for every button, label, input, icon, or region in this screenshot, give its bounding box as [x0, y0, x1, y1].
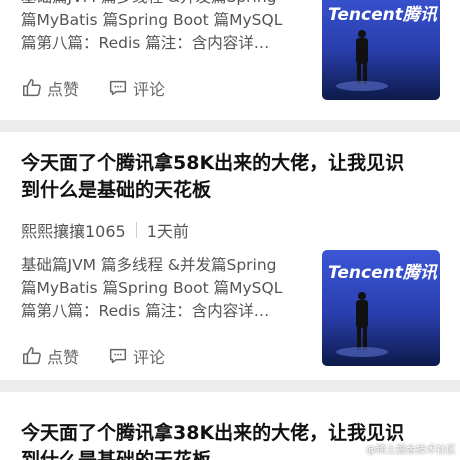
article-meta: 熙熙攘攘1065 1天前 — [21, 218, 189, 242]
tencent-logo: Tencent腾讯 — [328, 263, 439, 283]
like-label: 点赞 — [47, 348, 80, 367]
article-actions: 点赞 评论 — [21, 76, 165, 100]
comment-icon — [109, 80, 127, 96]
article-excerpt: 基础篇JVM 篇多线程 &并发篇Spring 篇MyBatis 篇Spring … — [21, 256, 283, 320]
post-time: 1天前 — [146, 222, 189, 241]
article-actions: 点赞 评论 — [21, 344, 165, 368]
thumbs-up-icon — [23, 347, 41, 365]
comment-button[interactable]: 评论 — [107, 76, 165, 100]
comment-icon — [109, 348, 127, 364]
thumbs-up-icon — [23, 79, 41, 97]
like-label: 点赞 — [47, 80, 80, 99]
article-thumbnail[interactable]: Tencent腾讯 — [322, 250, 440, 366]
comment-label: 评论 — [133, 80, 166, 99]
article-title[interactable]: 今天面了个腾讯拿58K出来的大佬，让我见识 到什么是基础的天花板 — [21, 150, 439, 204]
like-button[interactable]: 点赞 — [21, 76, 79, 100]
article-excerpt: 基础篇JVM 篇多线程 &并发篇Spring 篇MyBatis 篇Spring … — [21, 0, 283, 52]
watermark: @稀土掘金技术社区 — [366, 445, 456, 456]
comment-label: 评论 — [133, 348, 166, 367]
author-name[interactable]: 熙熙攘攘1065 — [21, 218, 126, 242]
tencent-logo: Tencent腾讯 — [328, 5, 439, 25]
meta-divider — [135, 222, 137, 238]
article-thumbnail[interactable]: Tencent腾讯 — [322, 0, 440, 100]
article-card[interactable]: 今天面了个腾讯拿58K出来的大佬，让我见识 到什么是基础的天花板 熙熙攘攘106… — [0, 132, 460, 380]
comment-button[interactable]: 评论 — [107, 344, 165, 368]
like-button[interactable]: 点赞 — [21, 344, 79, 368]
article-card[interactable]: 基础篇JVM 篇多线程 &并发篇Spring 篇MyBatis 篇Spring … — [0, 0, 460, 120]
